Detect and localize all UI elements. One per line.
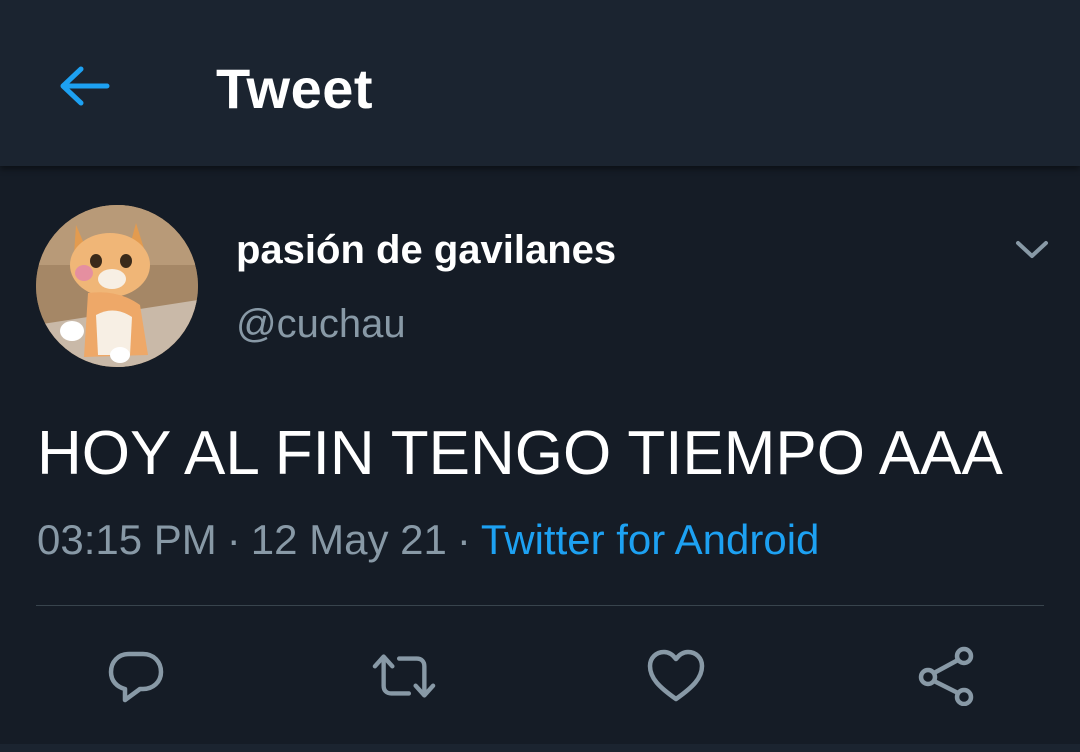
author-display-name[interactable]: pasión de gavilanes — [236, 228, 616, 273]
tweet-date: 12 May 21 — [250, 516, 447, 563]
page-title: Tweet — [216, 57, 374, 120]
arrow-left-icon — [60, 66, 110, 106]
tweet-options-button[interactable] — [1008, 228, 1056, 272]
cat-photo-avatar — [36, 205, 198, 367]
tweet-meta: 03:15 PM · 12 May 21 · Twitter for Android — [37, 516, 819, 564]
back-button[interactable] — [52, 54, 116, 118]
meta-separator: · — [456, 516, 471, 563]
top-app-bar: Tweet — [0, 0, 1080, 166]
reply-icon — [108, 651, 164, 703]
avatar[interactable] — [36, 205, 198, 367]
reply-button[interactable] — [104, 644, 168, 708]
bottom-divider — [0, 744, 1080, 752]
tweet-time: 03:15 PM — [37, 516, 217, 563]
retweet-icon — [372, 654, 436, 698]
divider — [36, 605, 1044, 606]
share-button[interactable] — [914, 644, 978, 708]
tweet-source-link[interactable]: Twitter for Android — [481, 516, 819, 563]
meta-separator: · — [226, 516, 241, 563]
share-icon — [918, 646, 974, 706]
author-handle[interactable]: @cuchau — [236, 302, 406, 347]
chevron-down-icon — [1016, 241, 1048, 258]
like-button[interactable] — [644, 644, 708, 708]
heart-icon — [647, 649, 705, 702]
retweet-button[interactable] — [372, 644, 436, 708]
tweet-text: HOY AL FIN TENGO TIEMPO AAA — [37, 419, 1003, 488]
